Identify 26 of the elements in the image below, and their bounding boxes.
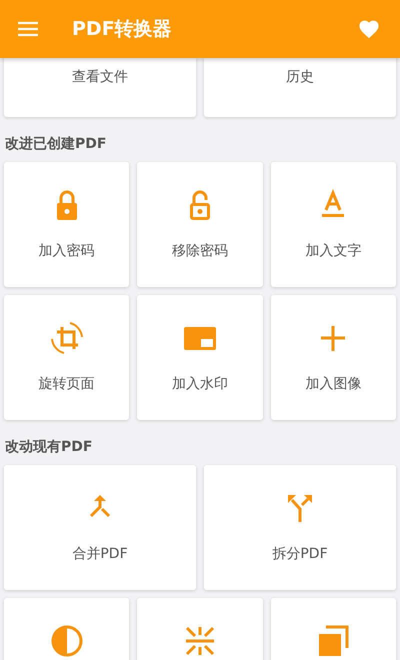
tool-label: 移除密码 [172,242,228,260]
tool-card[interactable]: 加入图像 [270,295,396,420]
action-card[interactable]: 查看文件 [4,58,196,117]
section-heading: 改动现有PDF [4,438,94,457]
tool-card[interactable]: 拆分PDF [204,465,396,590]
stacked-squares-icon [316,624,350,658]
tool-card[interactable]: 加入密码 [4,162,130,287]
tool-label: 旋转页面 [38,375,95,393]
section-heading: 改进已创建PDF [4,135,108,154]
favorite-button[interactable] [358,19,380,39]
crop-rotate-icon [50,321,84,355]
tool-card[interactable]: 加入文字 [270,162,396,287]
tool-label: 加入密码 [38,242,95,260]
tool-label: 拆分PDF [272,545,328,563]
tool-card[interactable]: 加入水印 [137,295,263,420]
tool-label: 加入图像 [305,375,362,393]
tool-card[interactable]: 移除密码 [137,162,263,287]
tool-label: 合并PDF [72,545,128,563]
action-card[interactable]: 历史 [204,58,396,117]
app-title: PDF转换器 [72,17,173,42]
tool-card[interactable]: 合并PDF [4,465,196,590]
menu-button[interactable] [18,21,38,37]
tool-label: 加入文字 [305,242,362,260]
tool-label: 加入水印 [172,375,228,393]
tool-card[interactable]: 旋转页面 [4,295,130,420]
half-circle-icon [50,624,84,658]
